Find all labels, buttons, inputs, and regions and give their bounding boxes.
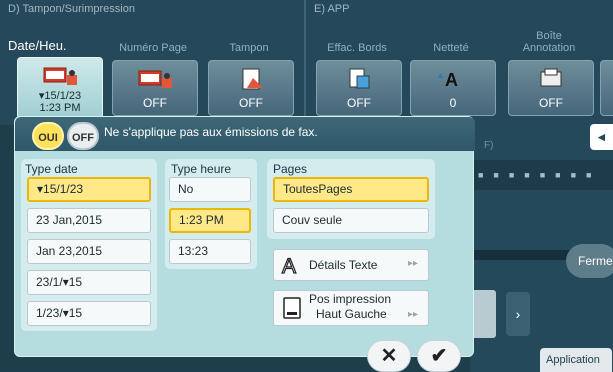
text-details-button[interactable]: A Détails Texte ▸▸: [273, 249, 429, 281]
sharpness-icon: A ▴: [438, 70, 458, 90]
svg-text:▴: ▴: [438, 70, 443, 81]
sharpness-value: 0: [449, 96, 457, 110]
col-label-page-number: Numéro Page: [119, 42, 187, 54]
sharpness-tile[interactable]: A ▴ 0: [410, 60, 496, 116]
frame-erase-value: OFF: [347, 96, 371, 110]
col-label-frame-erase: Effac. Bords: [327, 42, 387, 54]
page-number-value: OFF: [143, 96, 167, 110]
print-position-button[interactable]: Pos impression Haut Gauche ▸▸: [273, 290, 429, 326]
fax-notice: Ne s'applique pas aux émissions de fax.: [104, 125, 318, 139]
time-option-none[interactable]: No: [169, 177, 251, 202]
off-toggle[interactable]: OFF: [67, 122, 99, 150]
annotation-box-icon: [540, 68, 562, 87]
page-dots: ■■■■■■■■: [478, 170, 602, 180]
cancel-button[interactable]: ✕: [367, 340, 411, 372]
next-arrow-icon[interactable]: ›: [506, 292, 530, 336]
type-date-title: Type date: [25, 162, 78, 176]
screen: D) Tampon/Surimpression E) APP Date/Heu.…: [0, 0, 613, 372]
oui-toggle[interactable]: OUI: [32, 122, 64, 150]
page-number-tile[interactable]: OFF: [112, 60, 198, 116]
frame-erase-tile[interactable]: OFF: [316, 60, 402, 116]
col-label-stamp: Tampon: [229, 42, 269, 54]
date-option-1[interactable]: ▾15/1/23: [27, 177, 151, 202]
col-label-sharpness: Netteté: [433, 42, 469, 54]
page-number-icon: [138, 70, 172, 88]
annotation-box-tile[interactable]: OFF: [508, 60, 594, 116]
pages-title: Pages: [273, 162, 308, 176]
date-option-4[interactable]: 23/1/▾15: [27, 270, 151, 295]
print-position-icon: [283, 297, 301, 319]
frame-erase-icon: [349, 68, 370, 89]
svg-text:A: A: [282, 255, 296, 276]
print-position-label: Pos impression: [309, 292, 392, 306]
section-label-stamp: D) Tampon/Surimpression: [8, 3, 135, 15]
svg-text:A: A: [445, 70, 458, 90]
application-tab[interactable]: Application: [540, 348, 612, 372]
chevron-right-icon: ▸▸: [407, 258, 418, 269]
ok-button[interactable]: ✔: [417, 340, 461, 372]
section-label-app: E) APP: [314, 3, 350, 15]
pages-option-all[interactable]: ToutesPages: [273, 177, 429, 202]
stamp-tile[interactable]: OFF: [208, 60, 294, 116]
stamp-value: OFF: [239, 96, 263, 110]
text-details-label: Détails Texte: [309, 258, 378, 272]
date-time-tile[interactable]: ▾15/1/23 1:23 PM: [17, 57, 103, 119]
col-label-date-time: Date/Heu.: [8, 38, 67, 53]
time-option-24h[interactable]: 13:23: [169, 239, 251, 264]
print-position-value: Haut Gauche: [316, 307, 387, 321]
date-time-settings-panel: OUI OFF Ne s'applique pas aux émissions …: [14, 116, 475, 357]
date-time-value: ▾15/1/23 1:23 PM: [38, 90, 82, 114]
date-icon: [43, 67, 77, 85]
date-option-3[interactable]: Jan 23,2015: [27, 239, 151, 264]
back-arrow-icon[interactable]: ◂: [590, 124, 613, 150]
section-divider: [304, 0, 306, 125]
chevron-right-icon: ▸▸: [407, 309, 418, 320]
fermer-button[interactable]: Fermer: [566, 244, 613, 278]
type-heure-title: Type heure: [171, 162, 232, 176]
panel-header: OUI OFF Ne s'applique pas aux émissions …: [15, 117, 475, 151]
stamp-icon: [242, 68, 263, 90]
date-option-2[interactable]: 23 Jan,2015: [27, 208, 151, 233]
divider-bar: [470, 250, 570, 260]
annotation-box-value: OFF: [539, 96, 563, 110]
text-details-icon: A: [281, 254, 296, 276]
section-label-f: F): [484, 140, 494, 151]
pages-option-cover[interactable]: Couv seule: [273, 208, 429, 233]
time-option-12h[interactable]: 1:23 PM: [169, 208, 251, 233]
date-option-5[interactable]: 1/23/▾15: [27, 301, 151, 326]
partial-tile: [600, 60, 613, 116]
col-label-annotation-box: Boîte Annotation: [522, 30, 576, 54]
